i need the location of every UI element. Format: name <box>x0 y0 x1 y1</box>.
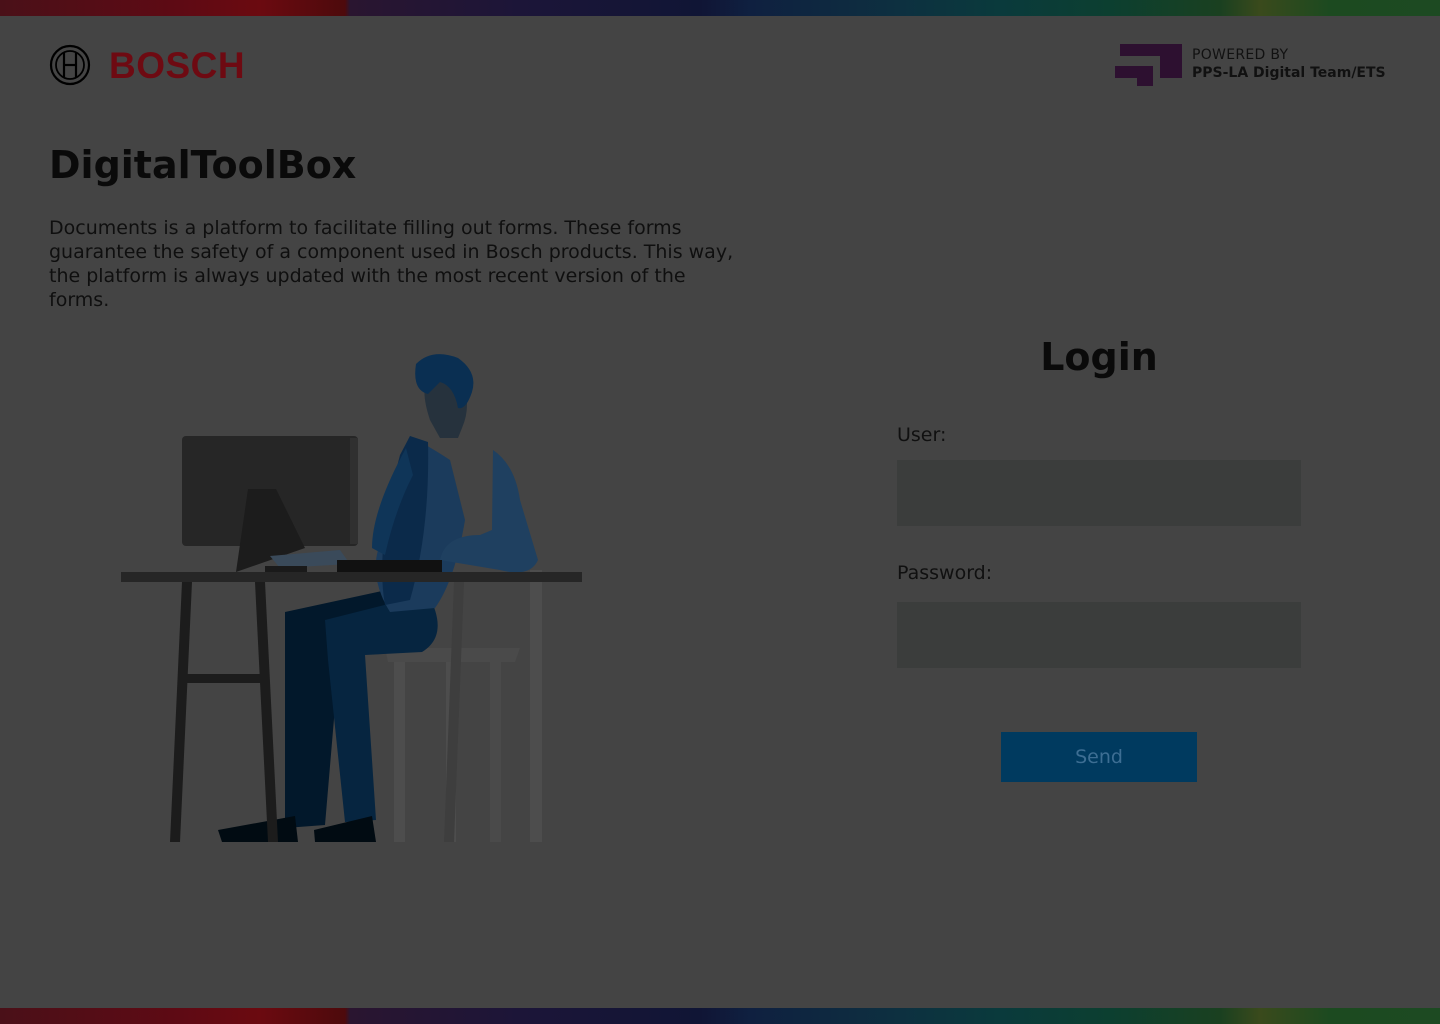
password-input[interactable] <box>897 602 1301 668</box>
top-color-stripe <box>0 0 1440 16</box>
page-title: DigitalToolBox <box>49 143 357 187</box>
bosch-wordmark: BOSCH <box>109 44 246 86</box>
powered-by-block: POWERED BY PPS-LA Digital Team/ETS <box>1115 44 1405 86</box>
person-at-computer-illustration <box>121 354 582 842</box>
powered-by-label: POWERED BY <box>1192 47 1289 63</box>
bosch-armature-icon <box>49 44 91 86</box>
bottom-color-stripe <box>0 1008 1440 1024</box>
user-input[interactable] <box>897 460 1301 526</box>
login-title: Login <box>1040 335 1158 379</box>
password-label: Password: <box>897 562 993 584</box>
send-button[interactable]: Send <box>1001 732 1197 782</box>
powered-by-team: PPS-LA Digital Team/ETS <box>1192 65 1386 81</box>
platform-description: Documents is a platform to facilitate fi… <box>49 217 734 311</box>
team-logo-icon <box>1115 44 1182 86</box>
bosch-logo: BOSCH <box>49 43 249 87</box>
user-label: User: <box>897 424 947 446</box>
